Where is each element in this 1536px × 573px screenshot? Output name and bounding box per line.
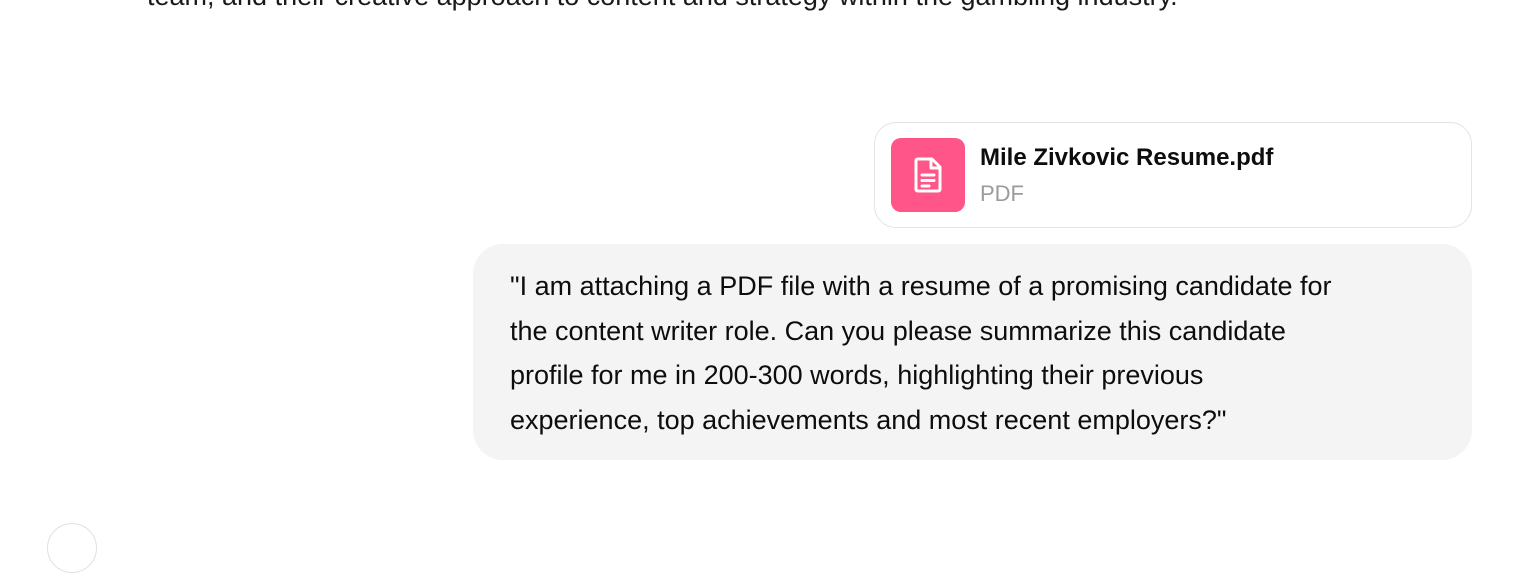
user-message-bubble: "I am attaching a PDF file with a resume… — [473, 244, 1472, 460]
message-line: the content writer role. Can you please … — [510, 315, 1286, 346]
message-line: experience, top achievements and most re… — [510, 404, 1227, 435]
previous-message-text: team, and their creative approach to con… — [147, 0, 1178, 12]
message-line: "I am attaching a PDF file with a resume… — [510, 271, 1332, 301]
attachment-file-type: PDF — [980, 181, 1024, 206]
assistant-avatar — [47, 523, 97, 573]
file-icon-box — [891, 138, 965, 212]
attachment-file-name: Mile Zivkovic Resume.pdf — [980, 144, 1274, 171]
document-icon — [914, 157, 942, 193]
attachment-card[interactable]: Mile Zivkovic Resume.pdf PDF — [874, 122, 1472, 228]
message-line: profile for me in 200-300 words, highlig… — [510, 360, 1204, 390]
